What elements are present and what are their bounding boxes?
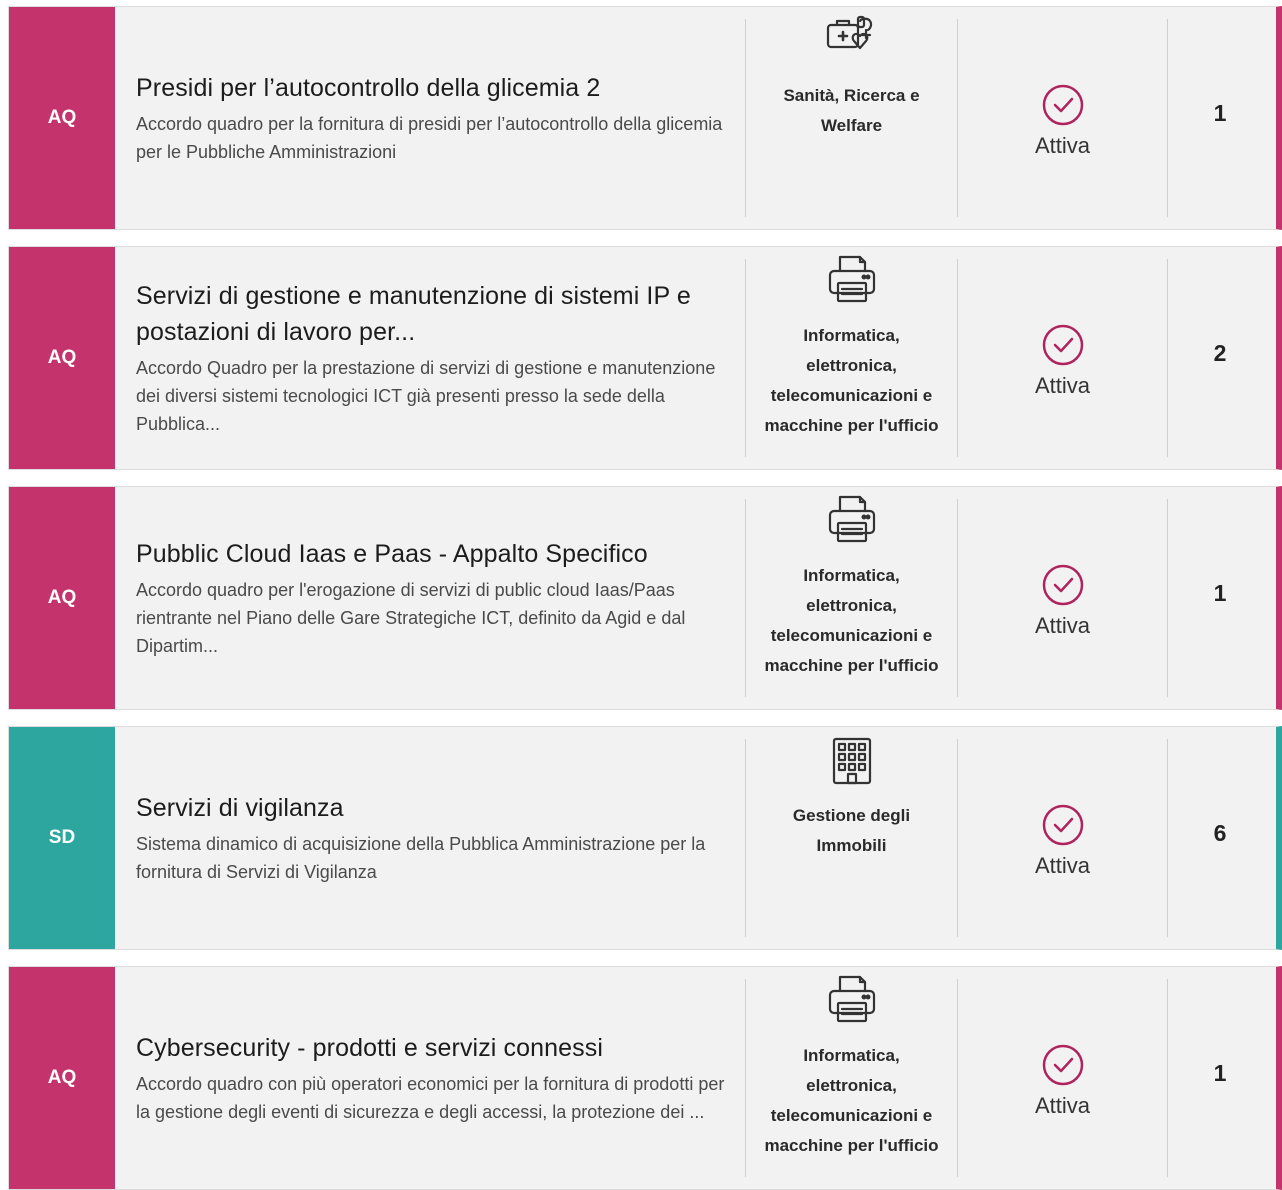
count-value: 6 (1213, 819, 1227, 846)
status-label: Attiva (1034, 613, 1091, 638)
card-description: Accordo quadro con più operatori economi… (136, 1074, 725, 1122)
category-label: Sanità, Ricerca e Welfare (783, 86, 920, 135)
status-label: Attiva (1034, 1093, 1091, 1118)
card-title[interactable]: Servizi di vigilanza (136, 790, 736, 826)
initiative-card[interactable]: AQ Pubblic Cloud Iaas e Paas - Appalto S… (8, 486, 1282, 710)
card-content: Cybersecurity - prodotti e servizi conne… (136, 967, 736, 1189)
status-column: Attiva (958, 247, 1167, 469)
check-circle-icon (1042, 804, 1083, 846)
card-content: Servizi di vigilanza Sistema dinamico di… (136, 727, 736, 949)
type-badge: AQ (9, 247, 115, 469)
count-value: 1 (1213, 579, 1227, 606)
card-content: Presidi per l’autocontrollo della glicem… (136, 7, 736, 229)
count-value: 1 (1213, 1059, 1227, 1086)
category-column: Gestione degli Immobili (746, 727, 957, 949)
card-description: Accordo quadro per l'erogazione di servi… (136, 580, 686, 656)
status-column: Attiva (958, 7, 1167, 229)
category-label: Informatica, elettronica, telecomunicazi… (764, 1046, 939, 1155)
check-circle-icon (1042, 1044, 1083, 1086)
count-value: 1 (1213, 99, 1227, 126)
initiative-card[interactable]: SD Servizi di vigilanza Sistema dinamico… (8, 726, 1282, 950)
status-label: Attiva (1034, 853, 1091, 878)
card-description: Accordo Quadro per la prestazione di ser… (136, 358, 716, 434)
medical-kit-icon (826, 15, 872, 50)
initiatives-list: AQ Presidi per l’autocontrollo della gli… (0, 0, 1282, 1190)
status-label: Attiva (1034, 133, 1091, 158)
check-circle-icon (1042, 84, 1083, 126)
building-icon (832, 737, 871, 785)
initiative-card[interactable]: AQ Cybersecurity - prodotti e servizi co… (8, 966, 1282, 1190)
status-column: Attiva (958, 967, 1167, 1189)
printer-icon (828, 495, 875, 543)
status-label: Attiva (1034, 373, 1091, 398)
status-column: Attiva (958, 727, 1167, 949)
type-badge: AQ (9, 967, 115, 1189)
card-title[interactable]: Pubblic Cloud Iaas e Paas - Appalto Spec… (136, 536, 736, 572)
card-description: Accordo quadro per la fornitura di presi… (136, 114, 723, 162)
card-content: Pubblic Cloud Iaas e Paas - Appalto Spec… (136, 487, 736, 709)
card-title[interactable]: Cybersecurity - prodotti e servizi conne… (136, 1030, 736, 1066)
check-circle-icon (1042, 324, 1083, 366)
category-column: Informatica, elettronica, telecomunicazi… (746, 487, 957, 709)
card-content: Servizi di gestione e manutenzione di si… (136, 247, 736, 469)
category-column: Informatica, elettronica, telecomunicazi… (746, 967, 957, 1189)
printer-icon (828, 255, 875, 303)
category-column: Sanità, Ricerca e Welfare (746, 7, 957, 229)
initiative-card[interactable]: AQ Servizi di gestione e manutenzione di… (8, 246, 1282, 470)
printer-icon (828, 975, 875, 1023)
type-badge: AQ (9, 487, 115, 709)
card-title[interactable]: Presidi per l’autocontrollo della glicem… (136, 70, 736, 106)
count-value: 2 (1213, 339, 1227, 366)
category-label: Informatica, elettronica, telecomunicazi… (764, 566, 939, 675)
card-title[interactable]: Servizi di gestione e manutenzione di si… (136, 278, 736, 350)
category-label: Gestione degli Immobili (792, 806, 911, 855)
type-badge: AQ (9, 7, 115, 229)
category-label: Informatica, elettronica, telecomunicazi… (764, 326, 939, 435)
initiative-card[interactable]: AQ Presidi per l’autocontrollo della gli… (8, 6, 1282, 230)
check-circle-icon (1042, 564, 1083, 606)
category-column: Informatica, elettronica, telecomunicazi… (746, 247, 957, 469)
card-description: Sistema dinamico di acquisizione della P… (136, 834, 706, 882)
status-column: Attiva (958, 487, 1167, 709)
type-badge: SD (9, 727, 115, 949)
